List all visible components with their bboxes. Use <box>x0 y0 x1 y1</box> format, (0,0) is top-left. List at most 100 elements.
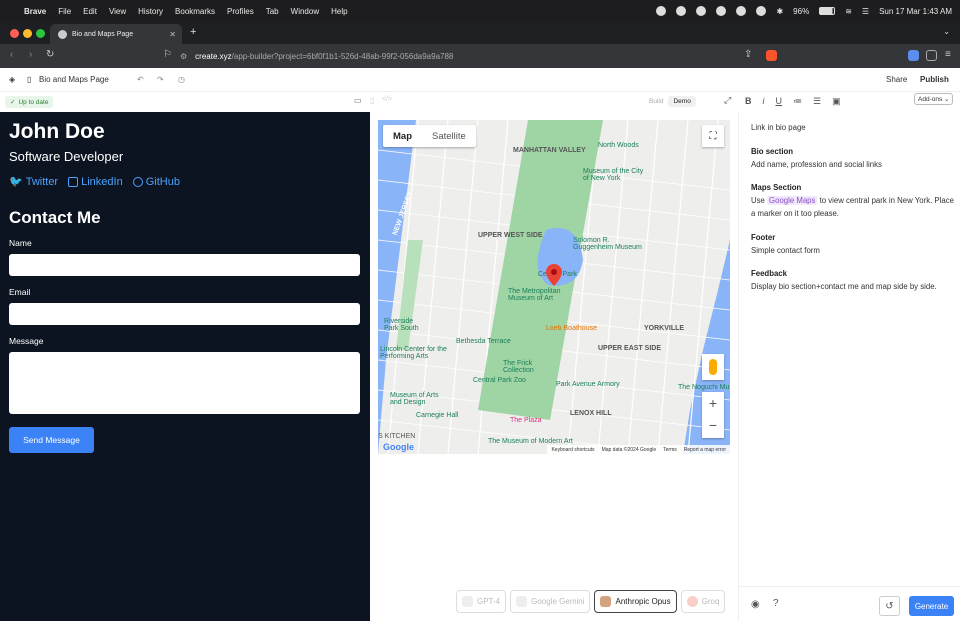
map-place[interactable]: Museum of Arts and Design <box>390 392 450 406</box>
menu-brave[interactable]: Brave <box>24 7 46 16</box>
menu-profiles[interactable]: Profiles <box>227 7 254 16</box>
map-place[interactable]: Carnegie Hall <box>416 412 458 419</box>
italic-icon[interactable]: i <box>763 96 765 107</box>
code-view-icon[interactable]: </> <box>382 96 392 103</box>
close-tab-icon[interactable]: ✕ <box>169 30 176 39</box>
map-place[interactable]: The Plaza <box>510 417 542 424</box>
extension-icon[interactable] <box>908 50 919 61</box>
report-error-link[interactable]: Report a map error <box>684 447 726 453</box>
mobile-view-icon[interactable]: ▯ <box>370 96 374 105</box>
bluetooth-icon[interactable]: ✱ <box>776 7 783 16</box>
github-link[interactable]: GitHub <box>132 175 180 188</box>
redo-icon[interactable]: ↷ <box>157 75 164 84</box>
generate-button[interactable]: Generate <box>909 596 954 616</box>
status-icon[interactable] <box>676 6 687 16</box>
addons-select[interactable]: Add-ons ⌄ <box>914 93 954 105</box>
map-place[interactable]: The Metropolitan Museum of Art <box>508 288 588 302</box>
zoom-in-icon[interactable]: + <box>702 392 724 414</box>
status-icon[interactable] <box>696 6 707 16</box>
extensions-puzzle-icon[interactable] <box>926 50 937 61</box>
desktop-view-icon[interactable]: ▭ <box>354 96 362 105</box>
zoom-out-icon[interactable]: − <box>702 414 724 436</box>
share-button[interactable]: Share <box>886 75 907 84</box>
map-type-map[interactable]: Map <box>383 125 422 147</box>
status-icon[interactable] <box>716 6 727 16</box>
wifi-icon[interactable]: ≋ <box>845 7 852 16</box>
map-place[interactable]: Bethesda Terrace <box>456 338 511 345</box>
map-place[interactable]: Park Avenue Armory <box>556 381 620 388</box>
history-icon[interactable]: ◷ <box>178 75 185 84</box>
map-place[interactable]: Museum of the City of New York <box>583 168 648 182</box>
bookmark-icon[interactable]: ⚐ <box>163 49 172 60</box>
google-map[interactable]: MANHATTAN VALLEY UPPER WEST SIDE UPPER E… <box>378 120 730 454</box>
mode-demo[interactable]: Demo <box>668 96 696 107</box>
expand-icon[interactable]: ⤢ <box>724 95 731 106</box>
bold-icon[interactable]: B <box>745 96 752 107</box>
map-marker-icon[interactable] <box>546 264 562 286</box>
help-icon[interactable]: ? <box>773 598 779 609</box>
map-place[interactable]: The Museum of Modern Art <box>488 438 573 445</box>
app-logo-icon[interactable]: ◈ <box>9 75 15 84</box>
clock[interactable]: Sun 17 Mar 1:43 AM <box>879 7 952 16</box>
ordered-list-icon[interactable]: ≔ <box>793 96 802 107</box>
page-name[interactable]: Bio and Maps Page <box>39 75 109 84</box>
share-icon[interactable]: ⇪ <box>744 49 752 60</box>
menu-bookmarks[interactable]: Bookmarks <box>175 7 215 16</box>
revert-icon[interactable]: ↺ <box>879 596 900 616</box>
pegman-icon[interactable] <box>702 354 724 380</box>
close-window-button[interactable] <box>10 29 19 38</box>
bullet-list-icon[interactable]: ☰ <box>813 96 821 107</box>
twitter-link[interactable]: 🐦 Twitter <box>9 175 58 189</box>
tab-search-icon[interactable]: ⌄ <box>943 27 950 36</box>
forward-icon[interactable]: › <box>29 49 32 60</box>
control-center-icon[interactable]: ☰ <box>862 7 869 16</box>
site-info-icon[interactable]: ⚙ <box>180 52 187 61</box>
map-place[interactable]: Central Park Zoo <box>473 377 526 384</box>
model-gemini[interactable]: Google Gemini <box>510 590 591 613</box>
menu-view[interactable]: View <box>109 7 126 16</box>
maximize-window-button[interactable] <box>36 29 45 38</box>
status-icon[interactable] <box>656 6 667 16</box>
mode-build[interactable]: Build <box>644 96 668 107</box>
image-icon[interactable]: ▣ <box>832 96 841 107</box>
keyboard-shortcuts-link[interactable]: Keyboard shortcuts <box>551 447 594 453</box>
menu-help[interactable]: Help <box>331 7 347 16</box>
menu-history[interactable]: History <box>138 7 163 16</box>
menu-tab[interactable]: Tab <box>266 7 279 16</box>
terms-link[interactable]: Terms <box>663 447 677 453</box>
menu-icon[interactable]: ≡ <box>945 49 951 60</box>
discord-icon[interactable]: ◉ <box>751 599 760 610</box>
map-place[interactable]: Solomon R. Guggenheim Museum <box>573 237 643 251</box>
menu-window[interactable]: Window <box>291 7 319 16</box>
name-input[interactable] <box>9 254 360 276</box>
email-input[interactable] <box>9 303 360 325</box>
prompt-editor[interactable]: Link in bio page Bio section Add name, p… <box>751 122 956 294</box>
address-bar[interactable]: ⚙ create.xyz/app-builder?project=6bf0f1b… <box>180 47 780 65</box>
map-place[interactable]: Loeb Boathouse <box>546 325 597 332</box>
underline-icon[interactable]: U <box>776 96 783 107</box>
back-icon[interactable]: ‹ <box>10 49 13 60</box>
google-maps-chip[interactable]: Google Maps <box>767 196 818 206</box>
new-tab-button[interactable]: + <box>190 26 196 38</box>
undo-icon[interactable]: ↶ <box>137 75 144 84</box>
map-place[interactable]: The Frick Collection <box>503 360 563 374</box>
brave-shields-icon[interactable] <box>766 50 777 61</box>
linkedin-link[interactable]: LinkedIn <box>68 175 123 188</box>
minimize-window-button[interactable] <box>23 29 32 38</box>
send-message-button[interactable]: Send Message <box>9 427 94 453</box>
browser-tab[interactable]: Bio and Maps Page ✕ <box>50 24 182 44</box>
map-place[interactable]: North Woods <box>598 142 639 149</box>
model-groq[interactable]: Groq <box>680 590 726 613</box>
menu-file[interactable]: File <box>58 7 71 16</box>
status-icon[interactable] <box>756 6 767 16</box>
map-place[interactable]: Lincoln Center for the Performing Arts <box>380 346 450 360</box>
reload-icon[interactable]: ↻ <box>46 49 54 60</box>
message-textarea[interactable] <box>9 352 360 414</box>
menu-edit[interactable]: Edit <box>83 7 97 16</box>
fullscreen-icon[interactable]: ⛶ <box>702 125 724 147</box>
map-type-satellite[interactable]: Satellite <box>422 125 476 147</box>
map-place[interactable]: The Noguchi Mu <box>678 384 729 391</box>
model-gpt4[interactable]: GPT-4 <box>456 590 507 613</box>
model-anthropic-opus[interactable]: Anthropic Opus <box>594 590 677 613</box>
status-icon[interactable] <box>736 6 747 16</box>
